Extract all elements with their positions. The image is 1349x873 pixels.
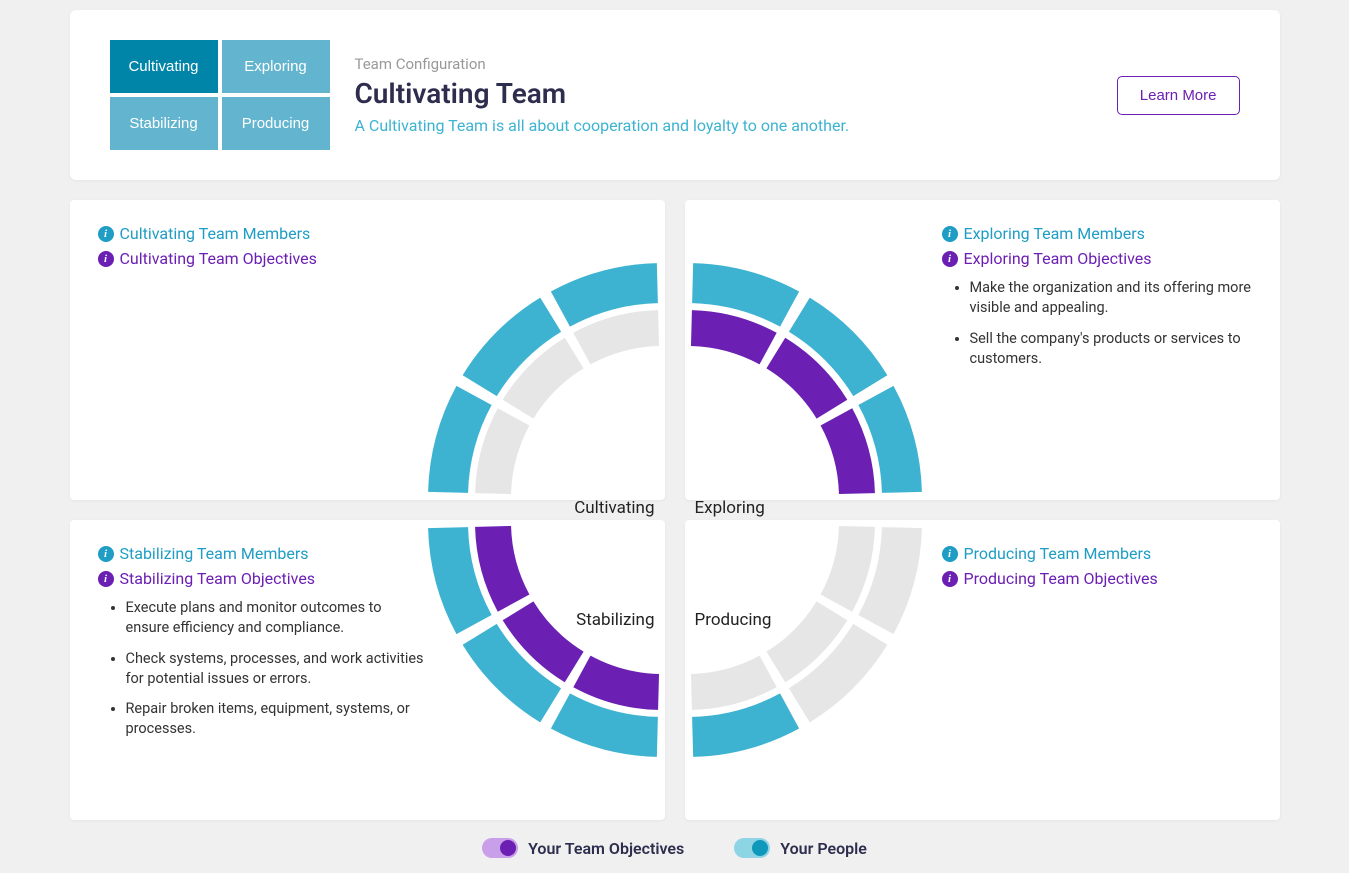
tab-exploring[interactable]: Exploring bbox=[222, 40, 330, 93]
list-item: Check systems, processes, and work activ… bbox=[126, 649, 428, 690]
exploring-members-label: Exploring Team Members bbox=[964, 224, 1145, 243]
info-icon: i bbox=[98, 546, 114, 562]
info-icon: i bbox=[942, 571, 958, 587]
quadrant-button-grid: Cultivating Exploring Stabilizing Produc… bbox=[110, 40, 330, 150]
legend-objectives-label: Your Team Objectives bbox=[528, 839, 684, 858]
legend-objectives[interactable]: Your Team Objectives bbox=[482, 838, 684, 858]
stabilizing-objectives-heading[interactable]: i Stabilizing Team Objectives bbox=[98, 569, 428, 588]
panel-cultivating: i Cultivating Team Members i Cultivating… bbox=[70, 200, 665, 500]
producing-members-heading[interactable]: i Producing Team Members bbox=[942, 544, 1252, 563]
producing-members-label: Producing Team Members bbox=[964, 544, 1152, 563]
legend-people[interactable]: Your People bbox=[734, 838, 867, 858]
stabilizing-members-label: Stabilizing Team Members bbox=[120, 544, 309, 563]
legend-people-label: Your People bbox=[780, 839, 867, 858]
exploring-objectives-list: Make the organization and its offering m… bbox=[942, 278, 1252, 369]
info-icon: i bbox=[98, 571, 114, 587]
list-item: Sell the company's products or services … bbox=[970, 329, 1252, 370]
learn-more-button[interactable]: Learn More bbox=[1117, 76, 1240, 115]
info-icon: i bbox=[98, 251, 114, 267]
tab-cultivating[interactable]: Cultivating bbox=[110, 40, 218, 93]
list-item: Execute plans and monitor outcomes to en… bbox=[126, 598, 428, 639]
stabilizing-objectives-label: Stabilizing Team Objectives bbox=[120, 569, 316, 588]
info-icon: i bbox=[942, 546, 958, 562]
cultivating-objectives-label: Cultivating Team Objectives bbox=[120, 249, 317, 268]
info-icon: i bbox=[98, 226, 114, 242]
stabilizing-objectives-list: Execute plans and monitor outcomes to en… bbox=[98, 598, 428, 740]
producing-objectives-heading[interactable]: i Producing Team Objectives bbox=[942, 569, 1252, 588]
info-icon: i bbox=[942, 226, 958, 242]
page-title: Cultivating Team bbox=[355, 77, 1092, 110]
exploring-members-heading[interactable]: i Exploring Team Members bbox=[942, 224, 1252, 243]
info-icon: i bbox=[942, 251, 958, 267]
exploring-objectives-heading[interactable]: i Exploring Team Objectives bbox=[942, 249, 1252, 268]
cultivating-members-heading[interactable]: i Cultivating Team Members bbox=[98, 224, 408, 243]
toggle-icon bbox=[734, 838, 770, 858]
legend: Your Team Objectives Your People bbox=[70, 838, 1280, 858]
panel-stabilizing: i Stabilizing Team Members i Stabilizing… bbox=[70, 520, 665, 820]
chart-label-cultivating: Cultivating bbox=[574, 498, 654, 518]
cultivating-members-label: Cultivating Team Members bbox=[120, 224, 311, 243]
list-item: Make the organization and its offering m… bbox=[970, 278, 1252, 319]
panel-exploring: i Exploring Team Members i Exploring Tea… bbox=[685, 200, 1280, 500]
producing-objectives-label: Producing Team Objectives bbox=[964, 569, 1158, 588]
stabilizing-members-heading[interactable]: i Stabilizing Team Members bbox=[98, 544, 428, 563]
header-info: Team Configuration Cultivating Team A Cu… bbox=[355, 55, 1092, 135]
header-subtitle: Team Configuration bbox=[355, 55, 1092, 73]
cultivating-objectives-heading[interactable]: i Cultivating Team Objectives bbox=[98, 249, 408, 268]
chart-label-exploring: Exploring bbox=[695, 498, 765, 518]
list-item: Repair broken items, equipment, systems,… bbox=[126, 699, 428, 740]
tab-stabilizing[interactable]: Stabilizing bbox=[110, 97, 218, 150]
tab-producing[interactable]: Producing bbox=[222, 97, 330, 150]
quadrant-grid: i Cultivating Team Members i Cultivating… bbox=[70, 200, 1280, 820]
header-card: Cultivating Exploring Stabilizing Produc… bbox=[70, 10, 1280, 180]
header-description: A Cultivating Team is all about cooperat… bbox=[355, 116, 1092, 135]
exploring-objectives-label: Exploring Team Objectives bbox=[964, 249, 1152, 268]
panel-producing: i Producing Team Members i Producing Tea… bbox=[685, 520, 1280, 820]
toggle-icon bbox=[482, 838, 518, 858]
